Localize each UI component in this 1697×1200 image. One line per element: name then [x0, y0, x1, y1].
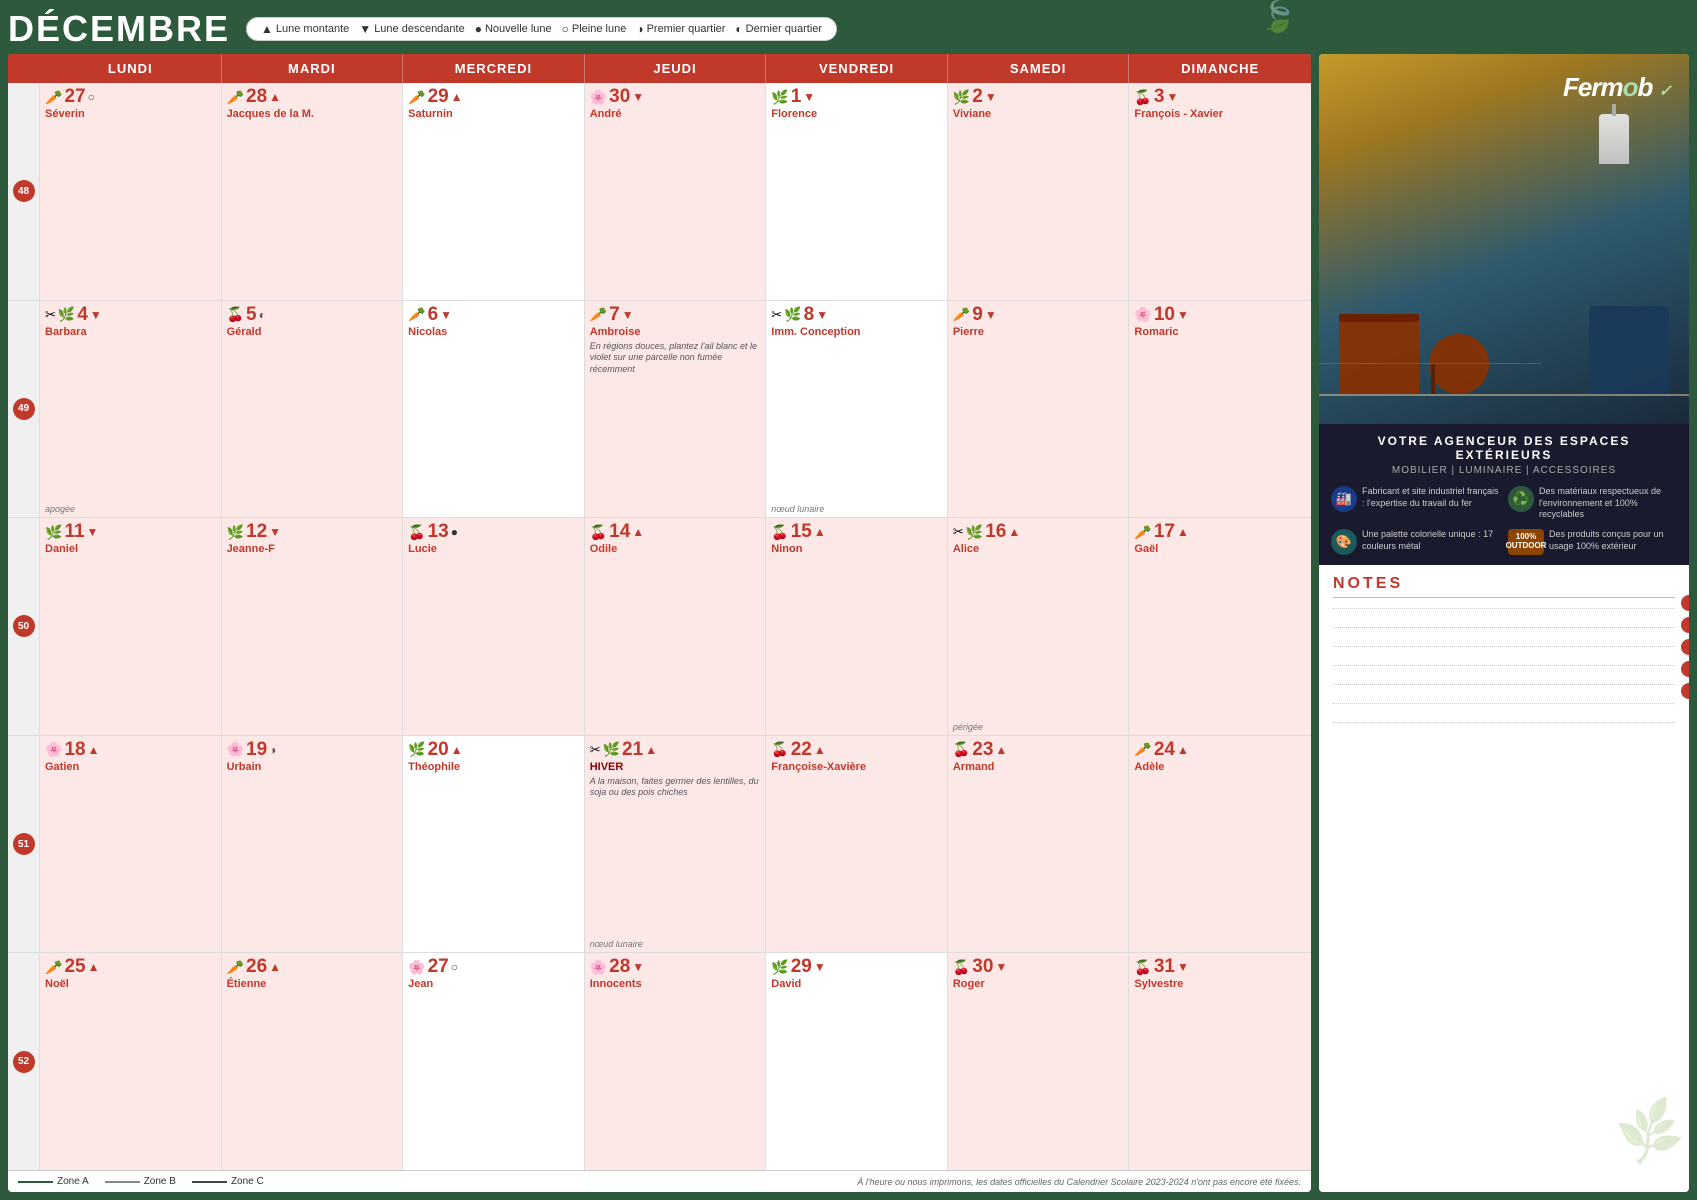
cell-dec23: 🍒 23 ▲ Armand: [948, 736, 1130, 953]
day-headers: LUNDI MARDI MERCREDI JEUDI VENDREDI SAME…: [8, 54, 1311, 83]
header-mercredi: MERCREDI: [403, 54, 585, 83]
feature-1: 🏭 Fabricant et site industriel français …: [1331, 486, 1500, 521]
feature-2: ♻️ Des matériaux respectueux de l'enviro…: [1508, 486, 1677, 521]
cell-dec8: ✂ 🌿 8 ▼ Imm. Conception nœud lunaire: [766, 301, 948, 518]
cell-dec4: ✂ 🌿 4 ▼ Barbara apogée: [40, 301, 222, 518]
cell-dec3: 🍒 3 ▼ François - Xavier: [1129, 83, 1311, 300]
header-lundi: LUNDI: [40, 54, 222, 83]
cell-dec6: 🥕 6 ▼ Nicolas: [403, 301, 585, 518]
cell-dec19: 🌸 19 ◑ Urbain: [222, 736, 404, 953]
ad-text-section: VOTRE AGENCEUR DES ESPACES EXTÉRIEURS MO…: [1319, 424, 1689, 565]
header-mardi: MARDI: [222, 54, 404, 83]
moon-lq-item: ◐ Dernier quartier: [735, 22, 822, 36]
cell-dec28b: 🌸 28 ▼ Innocents: [585, 953, 767, 1170]
moon-legend: ▲ Lune montante ▼ Lune descendante ● Nou…: [246, 17, 837, 41]
ad-features: 🏭 Fabricant et site industriel français …: [1331, 486, 1677, 555]
footer-note: À l'heure ou nous imprimons, les dates o…: [857, 1177, 1301, 1187]
ad-image: Fermob ✓: [1319, 54, 1689, 424]
cell-dec31: 🍒 31 ▼ Sylvestre: [1129, 953, 1311, 1170]
cell-dec20: 🌿 20 ▲ Théophile: [403, 736, 585, 953]
week-51-row: 51 🌸 18 ▲ Gatien 🌸 19 ◑: [8, 736, 1311, 954]
cell-dec17: 🥕 17 ▲ Gaël: [1129, 518, 1311, 735]
week-51-badge: 51: [8, 736, 40, 953]
cell-dec13: 🍒 13 ● Lucie: [403, 518, 585, 735]
fermob-logo: Fermob ✓: [1563, 72, 1671, 103]
week-50-row: 50 🌿 11 ▼ Daniel 🌿 12 ▼: [8, 518, 1311, 736]
header-samedi: SAMEDI: [948, 54, 1130, 83]
cell-dec12: 🌿 12 ▼ Jeanne-F: [222, 518, 404, 735]
week-48-badge: 48: [8, 83, 40, 300]
cell-dec5: 🍒 5 ◐ Gérald: [222, 301, 404, 518]
feature-4: 100%OUTDOOR Des produits conçus pour un …: [1508, 529, 1677, 555]
ad-subtitle: MOBILIER | LUMINAIRE | ACCESSOIRES: [1331, 465, 1677, 476]
week-50-badge: 50: [8, 518, 40, 735]
week-52-badge: 52: [8, 953, 40, 1170]
week-49-badge: 49: [8, 301, 40, 518]
week-49-row: 49 ✂ 🌿 4 ▼ Barbara apogée 🍒: [8, 301, 1311, 519]
header-dimanche: DIMANCHE: [1129, 54, 1311, 83]
cell-dec2: 🌿 2 ▼ Viviane: [948, 83, 1130, 300]
cell-dec14: 🍒 14 ▲ Odile: [585, 518, 767, 735]
feature-3: 🎨 Une palette colorielle unique : 17 cou…: [1331, 529, 1500, 555]
cell-dec18: 🌸 18 ▲ Gatien: [40, 736, 222, 953]
notes-section: 🌿 NOTES: [1319, 565, 1689, 1192]
header-vendredi: VENDREDI: [766, 54, 948, 83]
cell-dec7: 🥕 7 ▼ Ambroise En régions douces, plante…: [585, 301, 767, 518]
footer-legend: Zone A Zone B Zone C À l'heure ou nous i…: [8, 1170, 1311, 1192]
moon-new-item: ● Nouvelle lune: [475, 22, 552, 36]
cell-dec28: 🥕 28 ▲ Jacques de la M.: [222, 83, 404, 300]
moon-down-item: ▼ Lune descendante: [359, 22, 464, 36]
calendar-section: LUNDI MARDI MERCREDI JEUDI VENDREDI SAME…: [8, 54, 1311, 1192]
cell-dec27b: 🌸 27 ○ Jean: [403, 953, 585, 1170]
cell-dec30b: 🍒 30 ▼ Roger: [948, 953, 1130, 1170]
notes-title: NOTES: [1333, 575, 1675, 598]
cell-dec15: 🍒 15 ▲ Ninon: [766, 518, 948, 735]
cell-dec16: ✂ 🌿 16 ▲ Alice périgée: [948, 518, 1130, 735]
cell-dec1: 🌿 1 ▼ Florence: [766, 83, 948, 300]
month-title: DÉCEMBRE: [8, 8, 230, 50]
moon-up-item: ▲ Lune montante: [261, 22, 349, 36]
cell-dec30: 🌸 30 ▼ André: [585, 83, 767, 300]
moon-fq-item: ◑ Premier quartier: [636, 22, 725, 36]
moon-full-item: ○ Pleine lune: [562, 22, 627, 36]
week-48-row: 48 🥕 27 ○ Séverin 🥕 28 ▲: [8, 83, 1311, 301]
cell-dec11: 🌿 11 ▼ Daniel: [40, 518, 222, 735]
cell-dec27: 🥕 27 ○ Séverin: [40, 83, 222, 300]
cell-dec9: 🥕 9 ▼ Pierre: [948, 301, 1130, 518]
cell-dec21: ✂ 🌿 21 ▲ HIVER A la maison, faites germe…: [585, 736, 767, 953]
cell-dec26: 🥕 26 ▲ Étienne: [222, 953, 404, 1170]
cell-dec10: 🌸 10 ▼ Romaric: [1129, 301, 1311, 518]
week-52-row: 52 🥕 25 ▲ Noël 🥕 26 ▲: [8, 953, 1311, 1170]
ad-tagline: VOTRE AGENCEUR DES ESPACES EXTÉRIEURS: [1331, 434, 1677, 462]
cell-dec29b: 🌿 29 ▼ David: [766, 953, 948, 1170]
cell-dec22: 🍒 22 ▲ Françoise-Xavière: [766, 736, 948, 953]
right-panel: Fermob ✓ VOTRE AGENCEUR DES ESPACES EXTÉ…: [1319, 54, 1689, 1192]
cell-dec29: 🥕 29 ▲ Saturnin: [403, 83, 585, 300]
cell-dec24: 🥕 24 ▲ Adèle: [1129, 736, 1311, 953]
cell-dec25: 🥕 25 ▲ Noël: [40, 953, 222, 1170]
header-jeudi: JEUDI: [585, 54, 767, 83]
